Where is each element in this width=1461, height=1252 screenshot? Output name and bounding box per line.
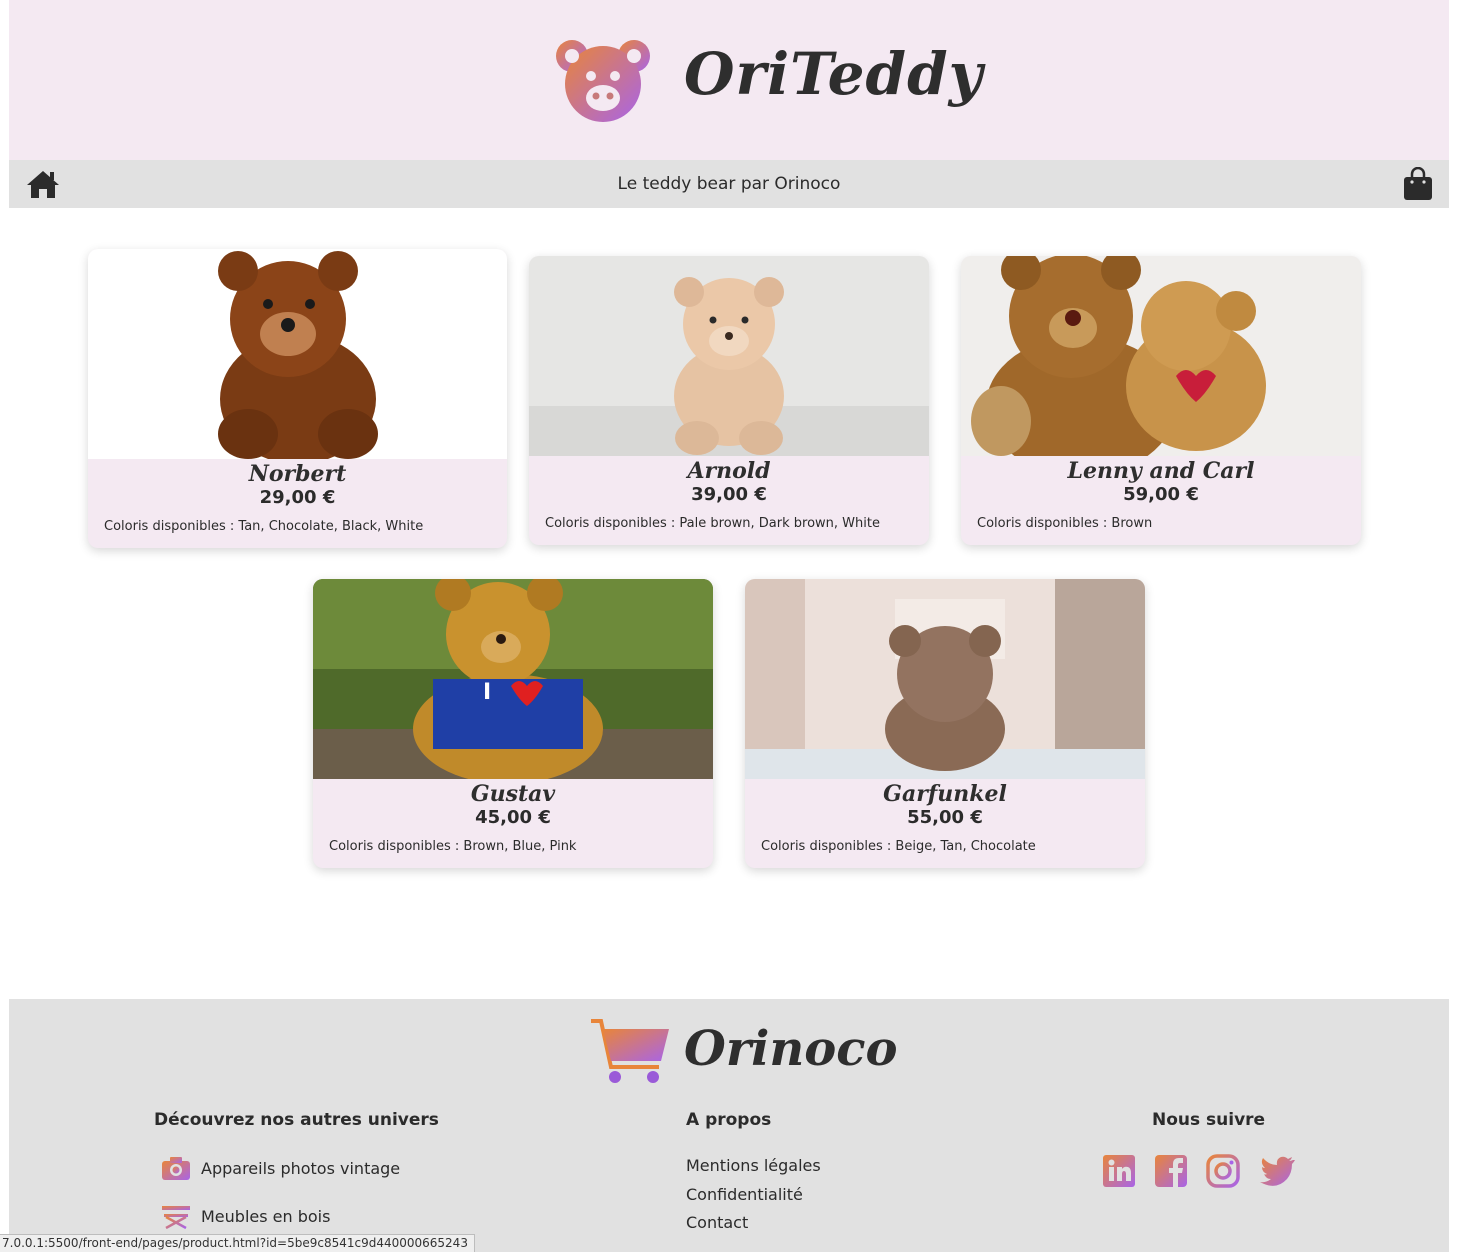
- universe-link-cameras[interactable]: Appareils photos vintage: [161, 1155, 400, 1181]
- instagram-icon[interactable]: [1205, 1153, 1241, 1189]
- chair-icon: [162, 1206, 190, 1229]
- footer-brand: Orinoco: [684, 1021, 898, 1077]
- product-price: 59,00 €: [1123, 484, 1199, 505]
- shopping-bag-icon[interactable]: [1403, 167, 1433, 201]
- tagline: Le teddy bear par Orinoco: [617, 174, 841, 194]
- product-card[interactable]: Norbert 29,00 € Coloris disponibles : Ta…: [88, 249, 507, 548]
- camera-icon: [162, 1157, 190, 1180]
- product-image: [88, 249, 507, 459]
- product-colors: Coloris disponibles : Tan, Chocolate, Bl…: [104, 519, 424, 534]
- shopping-cart-icon: [591, 1019, 669, 1083]
- navbar: Le teddy bear par Orinoco: [9, 160, 1449, 208]
- brand-title: OriTeddy: [684, 40, 984, 108]
- product-name: Arnold: [687, 458, 771, 484]
- twitter-icon[interactable]: [1259, 1153, 1295, 1189]
- facebook-icon[interactable]: [1153, 1153, 1189, 1189]
- product-image: I: [313, 579, 713, 779]
- product-price: 39,00 €: [691, 484, 767, 505]
- site-footer: Orinoco Découvrez nos autres univers App…: [9, 999, 1449, 1252]
- product-image: [745, 579, 1145, 779]
- universe-label: Meubles en bois: [201, 1206, 331, 1226]
- svg-text:I: I: [483, 680, 491, 705]
- social-title: Nous suivre: [1152, 1110, 1266, 1130]
- product-colors: Coloris disponibles : Beige, Tan, Chocol…: [761, 839, 1036, 854]
- product-name: Gustav: [470, 781, 556, 807]
- browser-status-bar: 7.0.0.1:5500/front-end/pages/product.htm…: [0, 1234, 475, 1252]
- product-image: [529, 256, 929, 456]
- product-card[interactable]: Arnold 39,00 € Coloris disponibles : Pal…: [529, 256, 929, 545]
- about-title: A propos: [686, 1110, 772, 1130]
- product-price: 29,00 €: [259, 487, 336, 508]
- product-name: Norbert: [248, 461, 347, 487]
- product-colors: Coloris disponibles : Pale brown, Dark b…: [545, 516, 880, 531]
- product-price: 55,00 €: [907, 807, 983, 828]
- link-legal-notice[interactable]: Mentions légales: [686, 1156, 821, 1175]
- product-name: Lenny and Carl: [1067, 458, 1255, 484]
- teddy-bear-face-icon: [556, 40, 650, 122]
- product-card[interactable]: I Gustav 45,00 € Coloris disponibles : B…: [313, 579, 713, 868]
- universe-link-furniture[interactable]: Meubles en bois: [161, 1203, 330, 1229]
- product-image: [961, 256, 1361, 456]
- product-colors: Coloris disponibles : Brown: [977, 516, 1153, 531]
- product-price: 45,00 €: [475, 807, 551, 828]
- link-contact[interactable]: Contact: [686, 1213, 748, 1232]
- page: OriTeddy Le teddy bear par Orinoco Norbe…: [9, 0, 1449, 1252]
- site-header: OriTeddy: [9, 0, 1449, 160]
- linkedin-icon[interactable]: [1101, 1153, 1137, 1189]
- universe-label: Appareils photos vintage: [201, 1158, 401, 1178]
- product-name: Garfunkel: [883, 781, 1007, 807]
- link-privacy[interactable]: Confidentialité: [686, 1185, 803, 1204]
- product-card[interactable]: Lenny and Carl 59,00 € Coloris disponibl…: [961, 256, 1361, 545]
- universes-title: Découvrez nos autres univers: [154, 1110, 439, 1130]
- product-card[interactable]: Garfunkel 55,00 € Coloris disponibles : …: [745, 579, 1145, 868]
- product-colors: Coloris disponibles : Brown, Blue, Pink: [329, 839, 577, 854]
